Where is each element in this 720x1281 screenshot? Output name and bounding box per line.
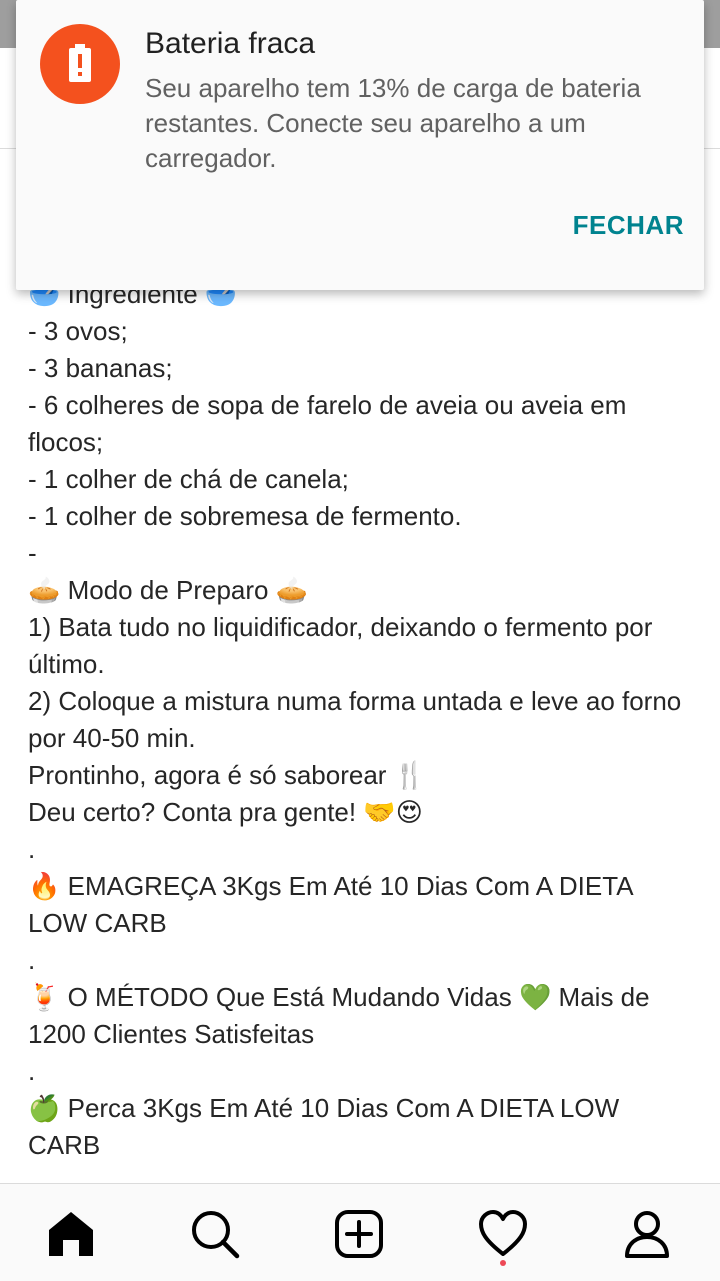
post-caption: 🥣 Ingrediente 🥣 - 3 ovos; - 3 bananas; -… <box>28 272 698 1164</box>
caption-line: - 3 bananas; <box>28 353 173 383</box>
close-button[interactable]: FECHAR <box>573 206 684 245</box>
caption-line: 🥧 Modo de Preparo 🥧 <box>28 575 309 605</box>
heart-icon[interactable] <box>473 1204 533 1266</box>
caption-line: 🍏 Perca 3Kgs Em Até 10 Dias Com A DIETA … <box>28 1093 620 1160</box>
caption-line: . <box>28 1056 36 1086</box>
bottom-navigation <box>0 1183 720 1281</box>
add-post-icon[interactable] <box>329 1204 389 1264</box>
caption-line: Prontinho, agora é só saborear 🍴 <box>28 760 427 790</box>
caption-line: 2) Coloque a mistura numa forma untada e… <box>28 686 682 753</box>
caption-line: - 1 colher de chá de canela; <box>28 464 349 494</box>
caption-line: 1) Bata tudo no liquidificador, deixando… <box>28 612 653 679</box>
caption-line: 🍹 O MÉTODO Que Está Mudando Vidas 💚 Mais… <box>28 982 650 1049</box>
notification-title: Bateria fraca <box>145 27 316 60</box>
battery-alert-icon <box>40 24 120 104</box>
caption-line: 🔥 EMAGREÇA 3Kgs Em Até 10 Dias Com A DIE… <box>28 871 633 938</box>
caption-line: - 3 ovos; <box>28 316 128 346</box>
low-battery-notification: Bateria fraca Seu aparelho tem 13% de ca… <box>16 0 704 290</box>
profile-icon[interactable] <box>617 1204 677 1264</box>
caption-line: - 1 colher de sobremesa de fermento. <box>28 501 462 531</box>
caption-line: - <box>28 538 37 568</box>
caption-line: . <box>28 834 36 864</box>
notification-body: Seu aparelho tem 13% de carga de bateria… <box>145 73 641 173</box>
activity-badge <box>500 1260 506 1266</box>
caption-line: Deu certo? Conta pra gente! 🤝😍 <box>28 797 423 827</box>
home-icon[interactable] <box>41 1204 101 1264</box>
search-icon[interactable] <box>185 1204 245 1264</box>
caption-line: - 6 colheres de sopa de farelo de aveia … <box>28 390 627 457</box>
caption-line: . <box>28 945 36 975</box>
